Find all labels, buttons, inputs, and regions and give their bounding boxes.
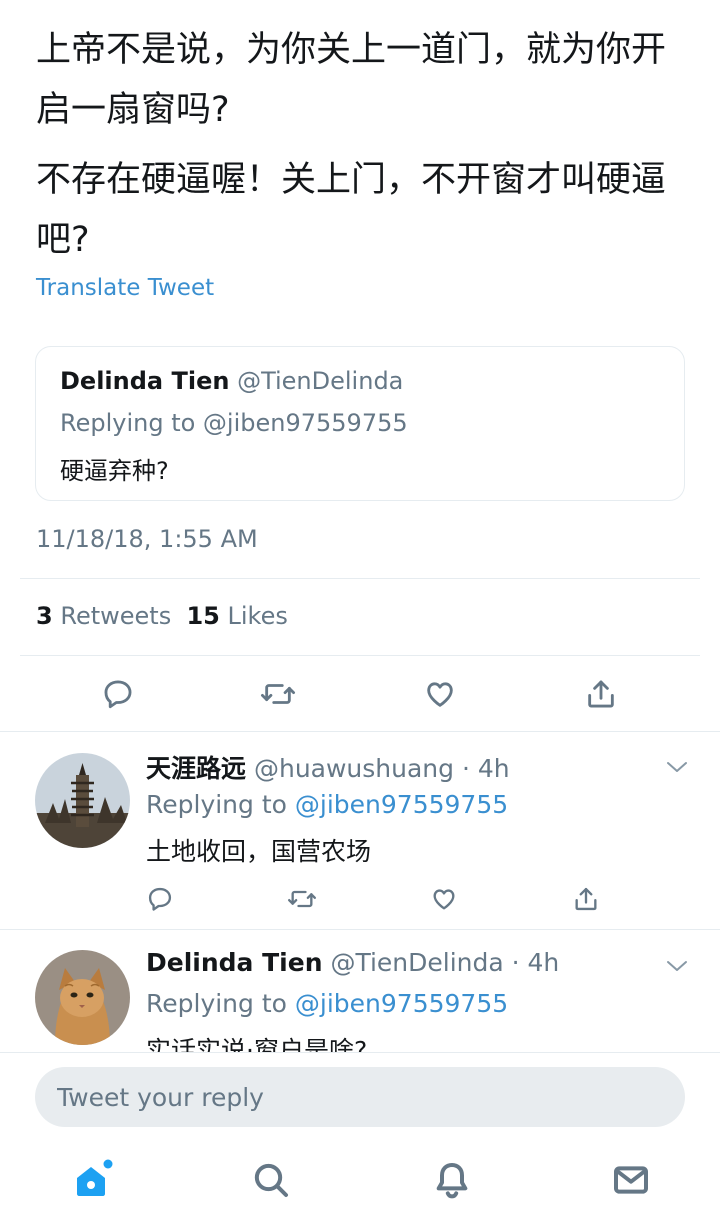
reply-input[interactable] bbox=[35, 1067, 685, 1127]
likes-stat[interactable]: 15 Likes bbox=[186, 602, 287, 630]
chevron-down-icon[interactable] bbox=[666, 958, 688, 972]
reply-author-meta: @TienDelinda · 4h bbox=[330, 948, 560, 977]
likes-label: Likes bbox=[227, 602, 288, 630]
share-button[interactable] bbox=[579, 672, 623, 716]
replying-to-label: Replying to bbox=[146, 790, 287, 819]
heart-icon bbox=[427, 682, 453, 707]
chevron-down-icon[interactable] bbox=[666, 759, 688, 773]
reply-button[interactable] bbox=[96, 672, 140, 716]
retweets-count: 3 bbox=[36, 602, 53, 630]
retweet-icon bbox=[260, 684, 295, 704]
reply-author-meta: @huawushuang · 4h bbox=[253, 754, 510, 783]
reply-replying-to: Replying to @jiben97559755 bbox=[146, 790, 508, 819]
tab-search[interactable] bbox=[241, 1150, 301, 1210]
reply-icon bbox=[148, 887, 172, 911]
divider bbox=[20, 655, 700, 656]
reply-list-viewport: Delinda Tien @TienDelinda · 4h Replying … bbox=[0, 930, 720, 1052]
reply-author-name[interactable]: Delinda Tien bbox=[146, 948, 323, 977]
reply-replying-to: Replying to @jiben97559755 bbox=[146, 989, 508, 1018]
replying-to-mention[interactable]: @jiben97559755 bbox=[295, 790, 508, 819]
tweet-action-bar bbox=[0, 672, 720, 716]
reply-text: 实话实说·窗户是啥? bbox=[146, 1036, 368, 1052]
tweet-text-line-1: 上帝不是说，为你关上一道门，就为你开启一扇窗吗? bbox=[36, 30, 667, 130]
quoted-tweet-header: Delinda Tien @TienDelinda bbox=[60, 367, 403, 395]
reply-button[interactable] bbox=[140, 881, 180, 917]
reply-tweet[interactable]: 天涯路远 @huawushuang · 4h Replying to @jibe… bbox=[0, 731, 720, 929]
retweets-stat[interactable]: 3 Retweets bbox=[36, 602, 171, 630]
retweet-button[interactable] bbox=[282, 881, 322, 917]
bottom-tab-bar bbox=[0, 1150, 720, 1226]
divider bbox=[20, 578, 700, 579]
share-icon bbox=[575, 887, 597, 911]
replying-to-mention[interactable]: @jiben97559755 bbox=[295, 989, 508, 1018]
reply-tweet[interactable]: Delinda Tien @TienDelinda · 4h Replying … bbox=[0, 930, 720, 1052]
like-button[interactable] bbox=[418, 672, 462, 716]
tweet-stats: 3 Retweets 15 Likes bbox=[36, 602, 288, 630]
tweet-text-line-2: 不存在硬逼喔！关上门，不开窗才叫硬逼吧? bbox=[36, 160, 667, 260]
like-button[interactable] bbox=[424, 881, 464, 917]
quoted-author-handle: @TienDelinda bbox=[237, 367, 404, 395]
share-icon bbox=[588, 680, 614, 708]
reply-icon bbox=[104, 680, 132, 709]
translate-tweet-link[interactable]: Translate Tweet bbox=[36, 275, 214, 301]
retweet-button[interactable] bbox=[256, 672, 300, 716]
home-icon bbox=[77, 1159, 113, 1196]
reply-author-name[interactable]: 天涯路远 bbox=[146, 754, 246, 783]
reply-header: Delinda Tien @TienDelinda · 4h bbox=[146, 948, 559, 977]
messages-icon bbox=[614, 1166, 648, 1194]
notifications-icon bbox=[436, 1163, 468, 1199]
likes-count: 15 bbox=[186, 602, 220, 630]
quoted-tweet[interactable]: Delinda Tien @TienDelinda Replying to @j… bbox=[35, 346, 685, 501]
heart-icon bbox=[433, 889, 455, 910]
share-button[interactable] bbox=[566, 881, 606, 917]
tab-home[interactable] bbox=[61, 1150, 121, 1210]
quoted-tweet-text: 硬逼弃种? bbox=[60, 457, 169, 485]
pagoda-photo-avatar[interactable] bbox=[35, 753, 130, 848]
cat-photo-avatar[interactable] bbox=[35, 950, 130, 1045]
tab-messages[interactable] bbox=[601, 1150, 661, 1210]
tweet-timestamp: 11/18/18, 1:55 AM bbox=[36, 525, 258, 553]
replying-to-label: Replying to bbox=[146, 989, 287, 1018]
quoted-replying-to: Replying to @jiben97559755 bbox=[60, 409, 408, 437]
tweet-text: 上帝不是说，为你关上一道门，就为你开启一扇窗吗? 不存在硬逼喔！关上门，不开窗才… bbox=[36, 20, 686, 270]
quoted-author-name: Delinda Tien bbox=[60, 367, 230, 395]
search-icon bbox=[254, 1163, 288, 1197]
tab-notifications[interactable] bbox=[422, 1150, 482, 1210]
retweets-label: Retweets bbox=[60, 602, 172, 630]
reply-header: 天涯路远 @huawushuang · 4h bbox=[146, 749, 510, 785]
reply-text: 土地收回，国营农场 bbox=[146, 837, 372, 866]
retweet-icon bbox=[287, 890, 316, 908]
